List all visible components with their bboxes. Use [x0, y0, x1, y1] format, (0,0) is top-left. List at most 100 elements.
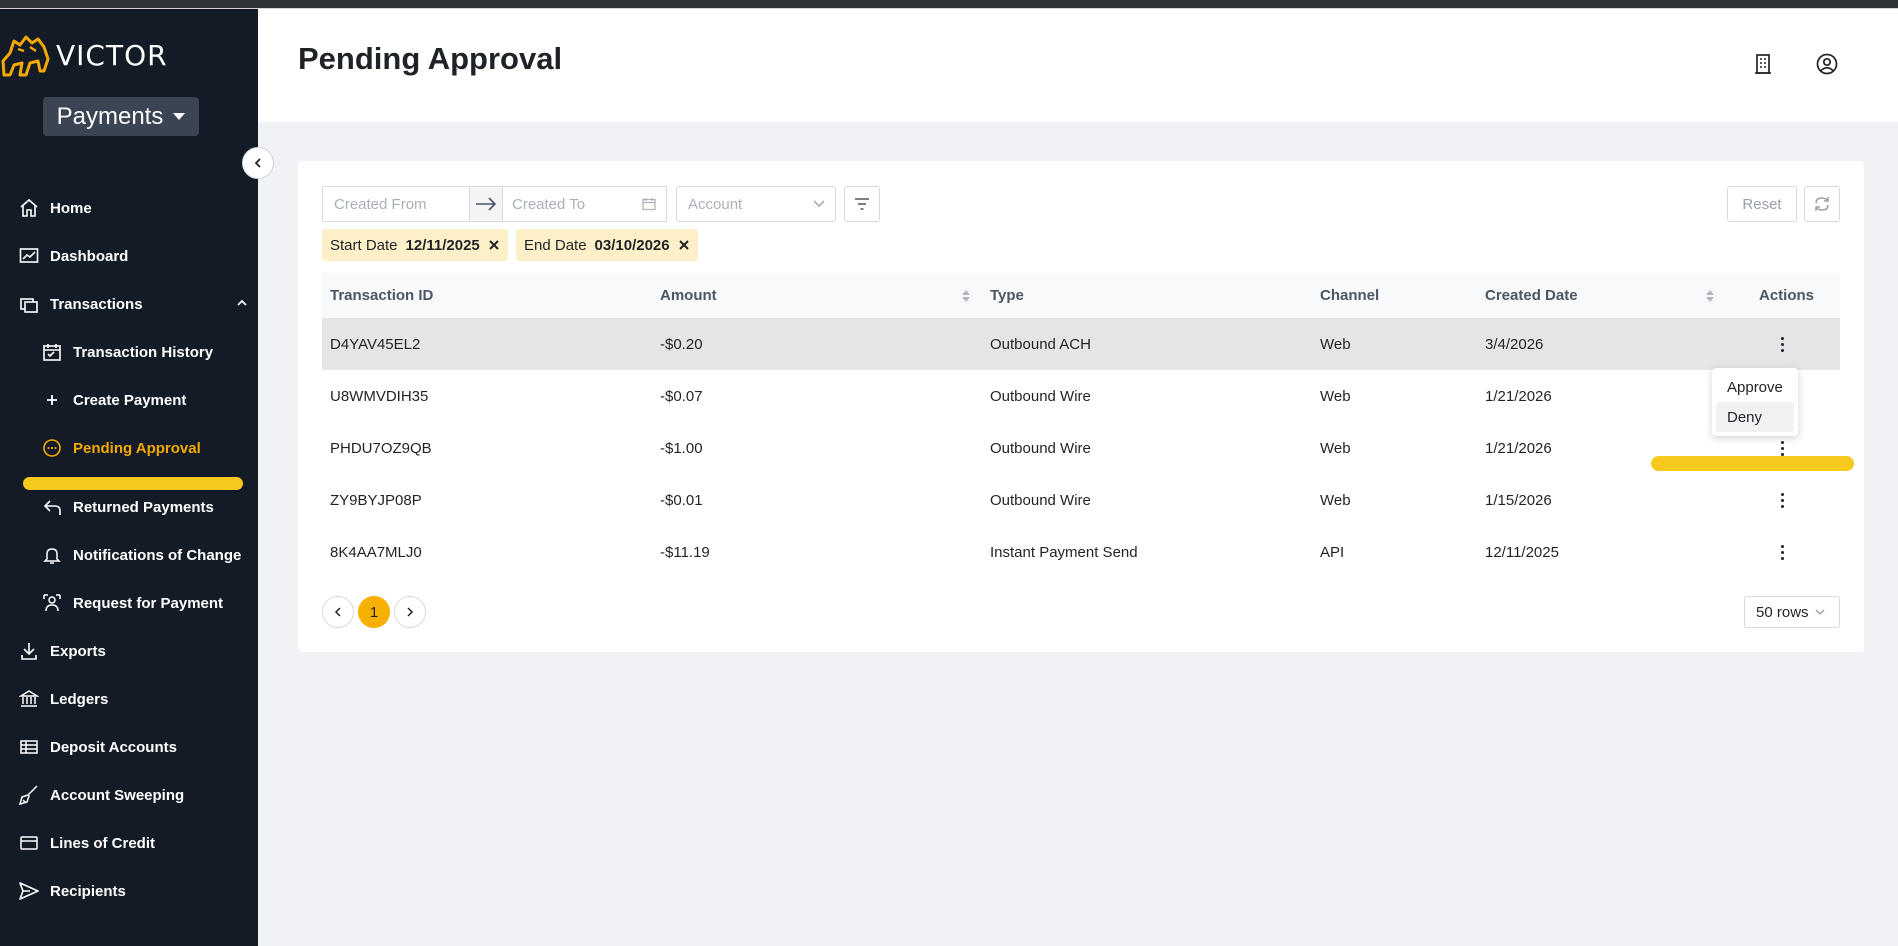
- sidebar-item-pending-approval[interactable]: Pending Approval: [41, 433, 201, 463]
- sort-icon[interactable]: [962, 289, 970, 302]
- sidebar-item-label: Transactions: [50, 295, 143, 313]
- sidebar-item-label: Exports: [50, 642, 106, 660]
- browser-top-bar: [0, 0, 1898, 9]
- more-actions-icon[interactable]: [1772, 488, 1792, 512]
- cell-created-date: 3/4/2026: [1485, 335, 1544, 353]
- collapse-sidebar-button[interactable]: [242, 147, 274, 179]
- sidebar-item-notifications-of-change[interactable]: Notifications of Change: [41, 540, 241, 570]
- building-icon[interactable]: [1750, 51, 1776, 77]
- sidebar-item-dashboard[interactable]: Dashboard: [18, 241, 128, 271]
- cell-amount: -$0.01: [660, 491, 703, 509]
- sidebar-item-home[interactable]: Home: [18, 193, 92, 223]
- table-row[interactable]: PHDU7OZ9QB -$1.00 Outbound Wire Web 1/21…: [322, 422, 1840, 474]
- sidebar-item-transaction-history[interactable]: Transaction History: [41, 337, 213, 367]
- app-switcher-label: Payments: [56, 102, 164, 130]
- pending-icon: [41, 437, 63, 459]
- cell-amount: -$0.20: [660, 335, 703, 353]
- table-header: Transaction ID Amount Type Channel Creat…: [322, 273, 1840, 318]
- sidebar-item-lines-of-credit[interactable]: Lines of Credit: [18, 828, 155, 858]
- cell-transaction-id: D4YAV45EL2: [330, 335, 421, 353]
- table-row[interactable]: ZY9BYJP08P -$0.01 Outbound Wire Web 1/15…: [322, 474, 1840, 526]
- send-icon: [18, 880, 40, 902]
- column-header-created-date[interactable]: Created Date: [1485, 287, 1578, 304]
- sidebar-item-label: Returned Payments: [73, 498, 214, 516]
- sidebar-item-account-sweeping[interactable]: Account Sweeping: [18, 780, 184, 810]
- sidebar-item-label: Home: [50, 199, 92, 217]
- calendar-icon: [642, 198, 656, 211]
- plus-icon: [41, 389, 63, 411]
- cell-type: Outbound ACH: [990, 335, 1091, 353]
- previous-page-button[interactable]: [322, 596, 354, 628]
- bank-icon: [18, 688, 40, 710]
- sidebar-item-label: Dashboard: [50, 247, 129, 265]
- sidebar-item-deposit-accounts[interactable]: Deposit Accounts: [18, 732, 177, 762]
- chip-label: End Date: [524, 236, 587, 254]
- brand-logo[interactable]: VICTOR: [0, 27, 168, 83]
- sidebar-item-ledgers[interactable]: Ledgers: [18, 684, 108, 714]
- close-icon[interactable]: [488, 239, 500, 251]
- sidebar-item-transactions[interactable]: Transactions: [18, 289, 247, 319]
- end-date-chip: End Date 03/10/2026: [516, 229, 698, 261]
- rows-per-page-value: 50 rows: [1756, 603, 1809, 621]
- cell-amount: -$11.19: [660, 543, 710, 561]
- sidebar-item-request-for-payment[interactable]: Request for Payment: [41, 588, 223, 618]
- more-actions-icon[interactable]: [1772, 540, 1792, 564]
- created-to-placeholder: Created To: [512, 195, 586, 213]
- sidebar-item-label: Create Payment: [73, 391, 187, 409]
- chevron-left-icon: [254, 158, 261, 168]
- sidebar-item-returned-payments[interactable]: Returned Payments: [41, 492, 214, 522]
- column-header-channel: Channel: [1320, 287, 1380, 304]
- sidebar-item-label: Pending Approval: [73, 439, 201, 457]
- chevron-up-icon: [236, 296, 248, 313]
- approve-menu-item[interactable]: Approve: [1716, 372, 1794, 402]
- account-select[interactable]: Account: [676, 186, 836, 222]
- rows-per-page-select[interactable]: 50 rows: [1744, 596, 1840, 628]
- filter-button[interactable]: [844, 186, 880, 222]
- cell-amount: -$1.00: [660, 439, 703, 457]
- chevron-left-icon: [334, 607, 341, 617]
- column-header-type: Type: [990, 287, 1024, 304]
- reset-button[interactable]: Reset: [1727, 186, 1797, 222]
- caret-down-icon: [173, 113, 186, 120]
- sort-icon[interactable]: [1706, 289, 1714, 302]
- transactions-table: Transaction ID Amount Type Channel Creat…: [322, 273, 1840, 578]
- user-account-icon[interactable]: [1814, 51, 1840, 77]
- table-row[interactable]: U8WMVDIH35 -$0.07 Outbound Wire Web 1/21…: [322, 370, 1840, 422]
- sidebar-item-label: Lines of Credit: [50, 834, 156, 852]
- sidebar-item-label: Transaction History: [73, 343, 214, 361]
- cell-transaction-id: U8WMVDIH35: [330, 387, 429, 405]
- sidebar-item-create-payment[interactable]: Create Payment: [41, 385, 186, 415]
- sidebar: VICTOR Payments Home Dashboard Transacti…: [0, 9, 258, 946]
- sidebar-item-recipients[interactable]: Recipients: [18, 876, 126, 906]
- close-icon[interactable]: [678, 239, 690, 251]
- cell-type: Outbound Wire: [990, 387, 1091, 405]
- cell-channel: Web: [1320, 439, 1351, 457]
- table-row[interactable]: D4YAV45EL2 -$0.20 Outbound ACH Web 3/4/2…: [322, 318, 1840, 370]
- chevron-down-icon: [813, 200, 825, 207]
- cell-amount: -$0.07: [660, 387, 703, 405]
- refresh-button[interactable]: [1804, 186, 1840, 222]
- cell-type: Outbound Wire: [990, 439, 1091, 457]
- transactions-icon: [18, 293, 40, 315]
- table-row[interactable]: 8K4AA7MLJ0 -$11.19 Instant Payment Send …: [322, 526, 1840, 578]
- deny-menu-item[interactable]: Deny: [1716, 402, 1794, 432]
- brand-name: VICTOR: [56, 38, 168, 72]
- highlight-marker: [23, 477, 243, 490]
- cell-created-date: 1/21/2026: [1485, 387, 1552, 405]
- column-header-amount[interactable]: Amount: [660, 287, 717, 304]
- created-to-input[interactable]: Created To: [502, 186, 667, 222]
- sidebar-item-label: Deposit Accounts: [50, 738, 177, 756]
- column-header-transaction-id: Transaction ID: [330, 287, 434, 304]
- next-page-button[interactable]: [394, 596, 426, 628]
- chevron-right-icon: [407, 607, 414, 617]
- page-button-current[interactable]: 1: [358, 596, 390, 628]
- date-range-arrow: [469, 186, 503, 222]
- reset-button-label: Reset: [1742, 195, 1782, 213]
- more-actions-icon[interactable]: [1772, 332, 1792, 356]
- broom-icon: [18, 784, 40, 806]
- created-from-input[interactable]: Created From: [322, 186, 470, 222]
- pending-approval-card: Created From Created To Account Reset St…: [298, 161, 1864, 652]
- sidebar-item-exports[interactable]: Exports: [18, 636, 106, 666]
- cell-created-date: 1/21/2026: [1485, 439, 1552, 457]
- app-switcher-button[interactable]: Payments: [43, 97, 199, 136]
